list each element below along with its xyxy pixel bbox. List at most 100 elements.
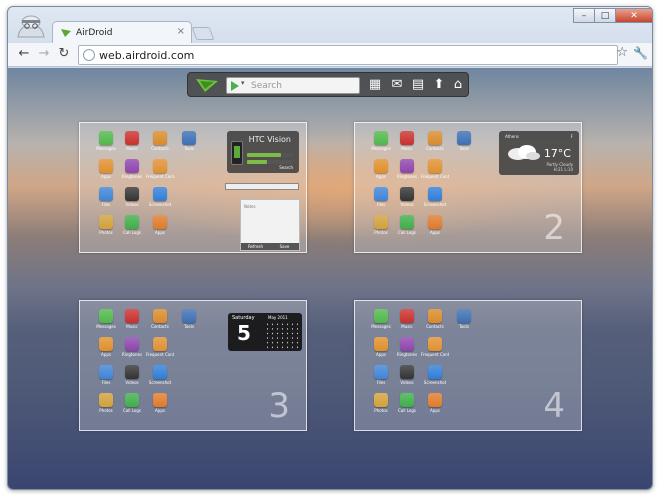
- bookmark-star-icon[interactable]: ☆: [616, 45, 628, 60]
- app-files[interactable]: Files: [367, 365, 395, 385]
- app-photos[interactable]: Photos: [92, 393, 120, 413]
- close-button[interactable]: ✕: [615, 8, 652, 23]
- app-ringtones[interactable]: Ringtones: [118, 159, 146, 179]
- tab-airdroid[interactable]: AirDroid ×: [52, 21, 192, 43]
- app-apps-store[interactable]: Apps: [146, 215, 174, 235]
- app-music[interactable]: Music: [393, 131, 421, 151]
- app-apps-store[interactable]: Apps: [421, 215, 449, 235]
- airdroid-toolbar: ▾ Search ▦ ✉ ▤ ⬆ ⌂: [187, 72, 469, 97]
- calendar-icon[interactable]: ▤: [411, 78, 425, 92]
- app-videos[interactable]: Videos: [118, 365, 146, 385]
- desktop-1[interactable]: Messages Music Contacts Tools Apps Ringtones F…: [79, 122, 307, 253]
- app-call-logs[interactable]: Call Logs: [393, 215, 421, 235]
- app-photos[interactable]: Photos: [367, 393, 395, 413]
- app-label: Call Logs: [398, 408, 416, 413]
- new-tab-button[interactable]: [191, 27, 215, 40]
- app-frequent-contacts[interactable]: Frequent Contacts: [146, 337, 174, 357]
- app-screenshot[interactable]: Screenshot: [421, 365, 449, 385]
- app-videos[interactable]: Videos: [393, 187, 421, 207]
- back-button[interactable]: ←: [16, 46, 32, 62]
- device-search-input[interactable]: [225, 183, 299, 190]
- address-bar[interactable]: web.airdroid.com: [78, 45, 618, 65]
- app-messages[interactable]: Messages: [367, 131, 395, 151]
- app-frequent-contacts[interactable]: Frequent Contacts: [146, 159, 174, 179]
- app-label: Ringtones: [121, 174, 143, 179]
- notes-save-button[interactable]: Save: [270, 243, 299, 250]
- forward-button[interactable]: →: [36, 46, 52, 62]
- app-contacts[interactable]: Contacts: [146, 131, 174, 151]
- app-messages[interactable]: Messages: [92, 309, 120, 329]
- app-apps[interactable]: Apps: [367, 159, 395, 179]
- app-ringtones[interactable]: Ringtones: [393, 159, 421, 179]
- app-contacts[interactable]: Contacts: [146, 309, 174, 329]
- app-apps[interactable]: Apps: [92, 337, 120, 357]
- app-call-logs[interactable]: Call Logs: [118, 393, 146, 413]
- messages-icon: [374, 309, 388, 323]
- app-label: Call Logs: [398, 230, 416, 235]
- app-screenshot[interactable]: Screenshot: [146, 187, 174, 207]
- app-frequent-contacts[interactable]: Frequent Contacts: [421, 159, 449, 179]
- app-messages[interactable]: Messages: [367, 309, 395, 329]
- chevron-down-icon[interactable]: ▾: [241, 79, 245, 87]
- app-label: Music: [126, 324, 138, 329]
- app-files[interactable]: Files: [367, 187, 395, 207]
- app-label: Tools: [184, 324, 194, 329]
- app-apps[interactable]: Apps: [367, 337, 395, 357]
- app-tools[interactable]: Tools: [175, 309, 203, 329]
- app-call-logs[interactable]: Call Logs: [393, 393, 421, 413]
- app-label: Ringtones: [396, 352, 418, 357]
- app-music[interactable]: Music: [393, 309, 421, 329]
- app-label: Videos: [125, 380, 139, 385]
- app-videos[interactable]: Videos: [118, 187, 146, 207]
- upload-icon[interactable]: ⬆: [432, 78, 446, 92]
- app-contacts[interactable]: Contacts: [421, 131, 449, 151]
- app-label: Files: [376, 380, 386, 385]
- app-label: Photos: [374, 408, 388, 413]
- app-messages[interactable]: Messages: [92, 131, 120, 151]
- app-screenshot[interactable]: Screenshot: [146, 365, 174, 385]
- app-photos[interactable]: Photos: [92, 215, 120, 235]
- wrench-menu-icon[interactable]: 🔧: [633, 46, 648, 60]
- maximize-button[interactable]: □: [594, 8, 616, 23]
- app-tools[interactable]: Tools: [450, 309, 478, 329]
- app-videos[interactable]: Videos: [393, 365, 421, 385]
- app-photos[interactable]: Photos: [367, 215, 395, 235]
- airdroid-page: ▾ Search ▦ ✉ ▤ ⬆ ⌂ Messages Music Contacts…: [8, 68, 652, 489]
- messages-icon: [374, 131, 388, 145]
- notes-widget[interactable]: Notes Refresh Save: [240, 199, 300, 251]
- app-ringtones[interactable]: Ringtones: [393, 337, 421, 357]
- app-tools[interactable]: Tools: [450, 131, 478, 151]
- desktop-3[interactable]: Messages Music Contacts Tools Apps Ringtones F…: [79, 300, 307, 431]
- app-call-logs[interactable]: Call Logs: [118, 215, 146, 235]
- app-music[interactable]: Music: [118, 309, 146, 329]
- desktop-2[interactable]: Messages Music Contacts Tools Apps Ringtones F…: [354, 122, 582, 253]
- search-input[interactable]: ▾ Search: [226, 77, 360, 94]
- apps-store-icon: [153, 393, 167, 407]
- app-apps-store[interactable]: Apps: [421, 393, 449, 413]
- minimize-button[interactable]: –: [573, 8, 595, 23]
- app-apps-store[interactable]: Apps: [146, 393, 174, 413]
- desktop-4[interactable]: Messages Music Contacts Tools Apps Ringtones F…: [354, 300, 582, 431]
- reload-button[interactable]: ↻: [56, 46, 72, 62]
- app-files[interactable]: Files: [92, 187, 120, 207]
- apps-icon: [374, 337, 388, 351]
- home-icon[interactable]: ⌂: [451, 78, 465, 92]
- app-files[interactable]: Files: [92, 365, 120, 385]
- notes-refresh-button[interactable]: Refresh: [241, 243, 270, 250]
- app-contacts[interactable]: Contacts: [421, 309, 449, 329]
- app-label: Contacts: [151, 146, 169, 151]
- app-apps[interactable]: Apps: [92, 159, 120, 179]
- calendar-grid[interactable]: [265, 322, 301, 350]
- apps-grid-icon[interactable]: ▦: [368, 78, 382, 92]
- app-label: Photos: [99, 408, 113, 413]
- app-ringtones[interactable]: Ringtones: [118, 337, 146, 357]
- url-text: web.airdroid.com: [99, 48, 195, 62]
- app-tools[interactable]: Tools: [175, 131, 203, 151]
- videos-icon: [400, 187, 414, 201]
- app-music[interactable]: Music: [118, 131, 146, 151]
- messages-icon[interactable]: ✉: [390, 78, 404, 92]
- globe-icon: [83, 49, 95, 61]
- app-screenshot[interactable]: Screenshot: [421, 187, 449, 207]
- tab-close-icon[interactable]: ×: [177, 26, 185, 37]
- app-frequent-contacts[interactable]: Frequent Contacts: [421, 337, 449, 357]
